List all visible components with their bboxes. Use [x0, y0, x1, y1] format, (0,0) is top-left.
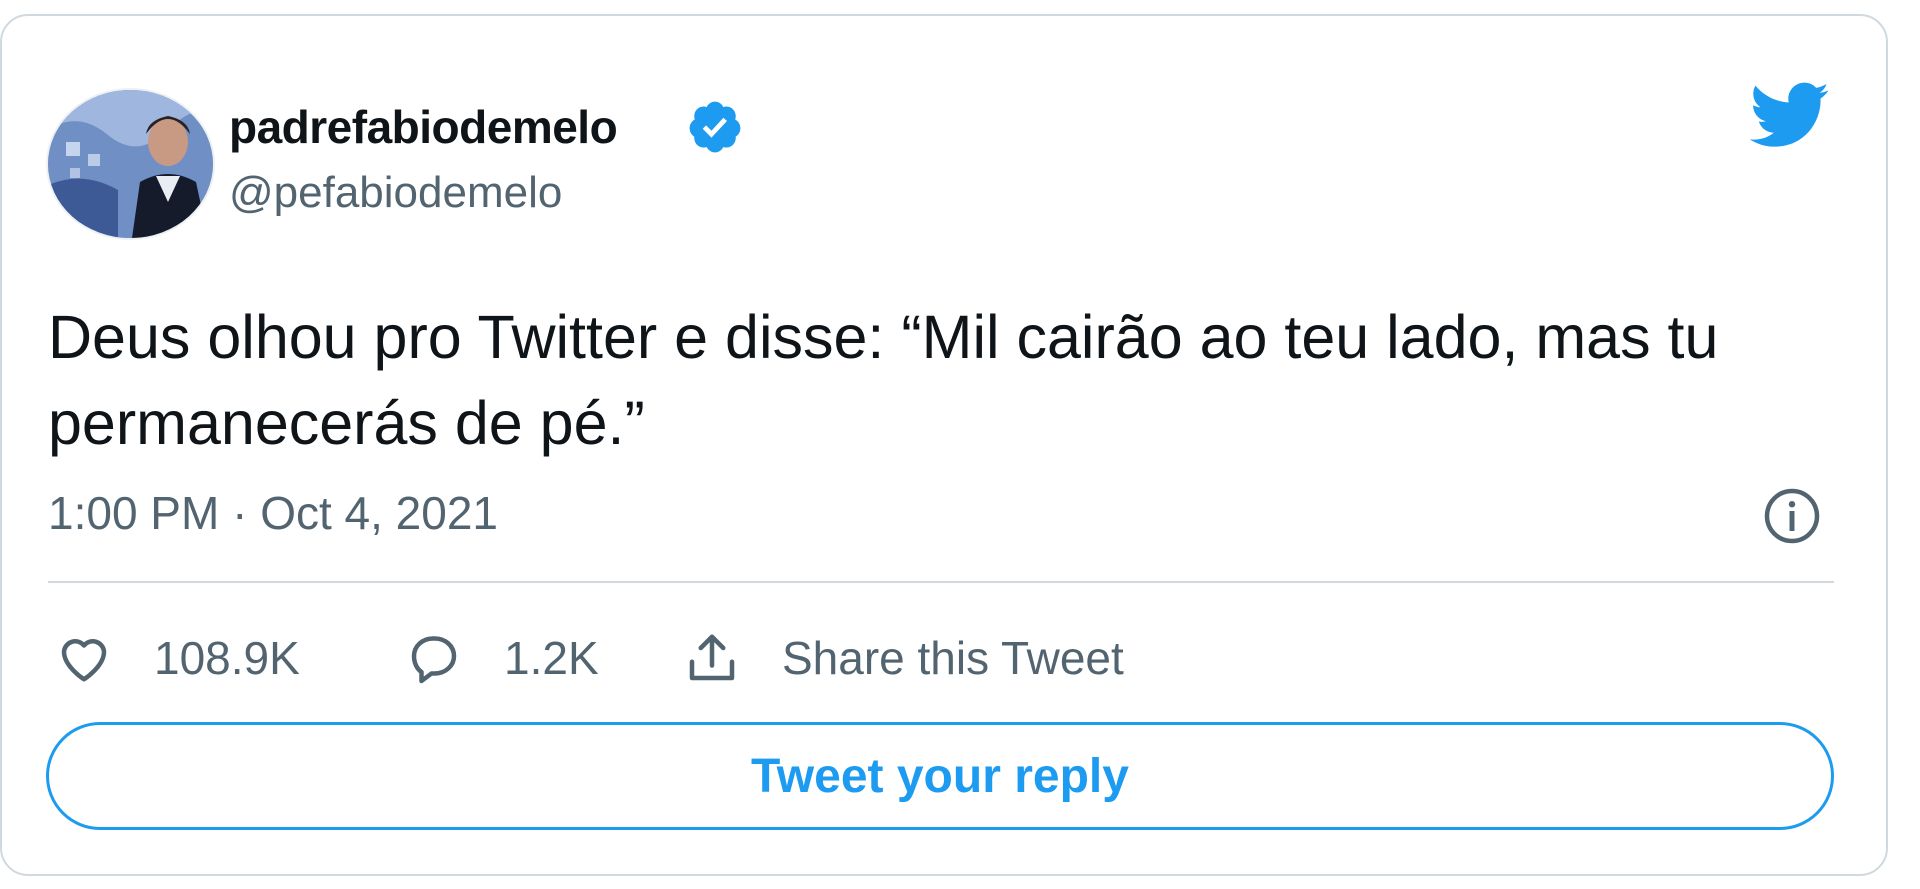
reply-count: 1.2K — [504, 632, 599, 684]
comment-icon — [411, 636, 457, 684]
info-icon[interactable] — [1762, 486, 1822, 546]
tweet-text: Deus olhou pro Twitter e disse: “Mil cai… — [48, 303, 1719, 457]
share-label: Share this Tweet — [782, 632, 1124, 684]
like-count: 108.9K — [154, 632, 300, 684]
display-name[interactable]: padrefabiodemelo — [229, 100, 618, 154]
avatar[interactable] — [46, 88, 215, 240]
divider — [48, 581, 1834, 583]
share-button[interactable]: Share this Tweet — [682, 628, 1124, 688]
reply-button[interactable]: 1.2K — [404, 628, 599, 688]
tweet-card: padrefabiodemelo @pefabiodemelo Deus olh… — [0, 14, 1888, 876]
user-handle[interactable]: @pefabiodemelo — [229, 168, 562, 218]
like-button[interactable]: 108.9K — [54, 628, 300, 688]
heart-icon — [61, 639, 107, 682]
tweet-timestamp[interactable]: 1:00 PM · Oct 4, 2021 — [48, 486, 498, 540]
tweet-your-reply-button[interactable]: Tweet your reply — [46, 722, 1834, 830]
twitter-bird-icon[interactable] — [1750, 82, 1830, 152]
verified-badge-icon — [689, 101, 741, 153]
share-icon — [689, 634, 735, 681]
avatar-image — [48, 90, 213, 238]
